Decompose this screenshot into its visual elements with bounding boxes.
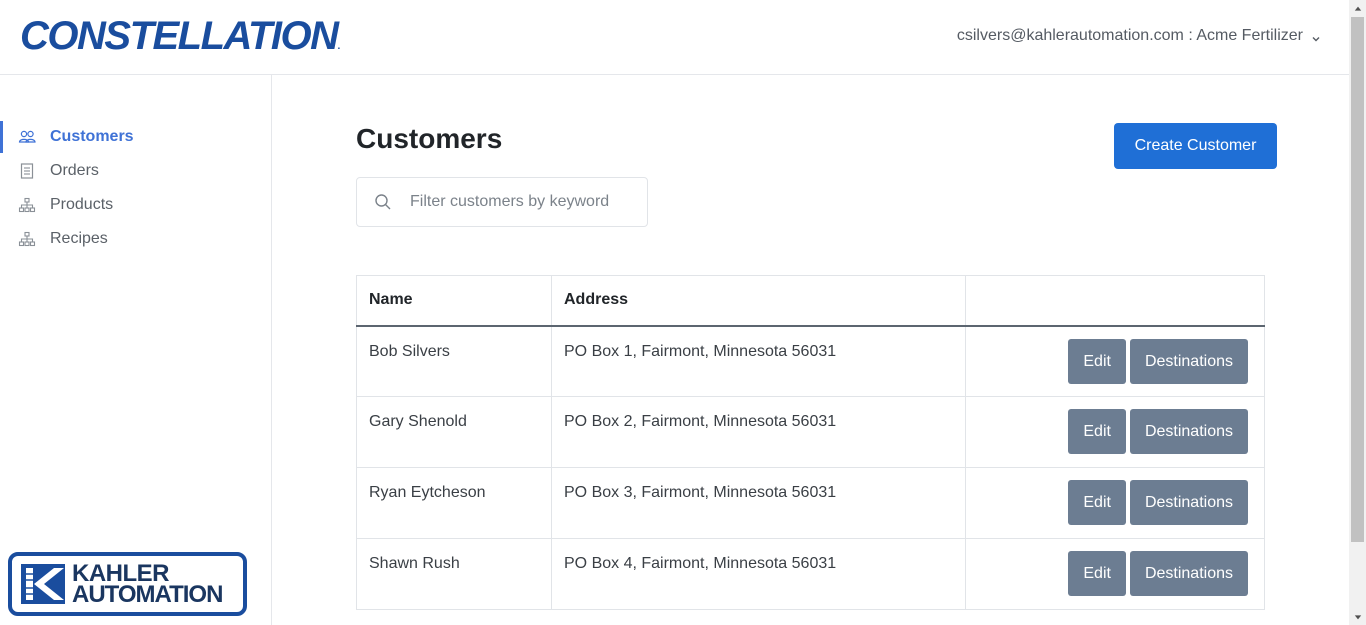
table-row: Ryan Eytcheson PO Box 3, Fairmont, Minne… [356, 467, 1265, 539]
sidebar: Customers Orders Products Recipes KAHLER… [0, 75, 272, 625]
table-row: Gary Shenold PO Box 2, Fairmont, Minneso… [356, 396, 1265, 468]
edit-button[interactable]: Edit [1068, 551, 1126, 596]
scroll-down-icon[interactable] [1349, 608, 1366, 625]
sidebar-item-products[interactable]: Products [0, 188, 271, 222]
top-header: CONSTELLATION. csilvers@kahlerautomation… [0, 0, 1349, 75]
row-actions: Edit Destinations [965, 325, 1265, 397]
table-header: Name Address [356, 275, 1265, 327]
destinations-button[interactable]: Destinations [1129, 338, 1248, 384]
create-customer-button[interactable]: Create Customer [1114, 123, 1277, 169]
kahler-k-icon [20, 562, 68, 606]
edit-button[interactable]: Edit [1068, 409, 1126, 454]
customer-name: Shawn Rush [356, 538, 552, 610]
account-menu[interactable]: csilvers@kahlerautomation.com : Acme Fer… [957, 27, 1321, 45]
edit-button[interactable]: Edit [1068, 338, 1126, 384]
sidebar-item-customers[interactable]: Customers [0, 120, 271, 154]
page-title: Customers [356, 123, 503, 154]
row-actions: Edit Destinations [965, 396, 1265, 468]
table-row: Shawn Rush PO Box 4, Fairmont, Minnesota… [356, 538, 1265, 610]
customer-name: Bob Silvers [356, 325, 552, 397]
brand-logo[interactable]: CONSTELLATION. [20, 14, 341, 69]
main-content: Customers Create Customer Name Address B… [272, 75, 1349, 625]
chevron-down-icon [1311, 31, 1321, 42]
row-actions: Edit Destinations [965, 538, 1265, 610]
customer-address: PO Box 1, Fairmont, Minnesota 56031 [551, 325, 966, 397]
customer-address: PO Box 4, Fairmont, Minnesota 56031 [551, 538, 966, 610]
sidebar-nav: Customers Orders Products Recipes [0, 120, 271, 256]
row-actions: Edit Destinations [965, 467, 1265, 539]
table-header-row: Name Address [356, 275, 1265, 327]
search-input[interactable] [410, 193, 640, 211]
sidebar-item-label: Recipes [50, 230, 108, 247]
destinations-button[interactable]: Destinations [1129, 409, 1248, 454]
customer-name: Ryan Eytcheson [356, 467, 552, 539]
customer-address: PO Box 2, Fairmont, Minnesota 56031 [551, 396, 966, 468]
search-box[interactable] [356, 177, 648, 227]
sidebar-item-label: Customers [50, 128, 134, 145]
customer-name: Gary Shenold [356, 396, 552, 468]
logo-wordmark: KAHLER AUTOMATION [72, 562, 223, 608]
sidebar-item-recipes[interactable]: Recipes [0, 222, 271, 256]
table-body: Bob Silvers PO Box 1, Fairmont, Minnesot… [356, 325, 1265, 610]
column-header-actions [965, 275, 1265, 327]
sidebar-item-label: Products [50, 196, 114, 213]
customer-address: PO Box 3, Fairmont, Minnesota 56031 [551, 467, 966, 539]
edit-button[interactable]: Edit [1068, 480, 1126, 525]
users-icon [18, 128, 36, 146]
sitemap-icon [18, 196, 36, 214]
account-label: csilvers@kahlerautomation.com : Acme Fer… [956, 27, 1303, 44]
brand-mark: . [337, 41, 341, 52]
sidebar-item-label: Orders [50, 162, 99, 179]
table-row: Bob Silvers PO Box 1, Fairmont, Minnesot… [356, 325, 1265, 397]
vertical-scrollbar[interactable] [1349, 0, 1366, 625]
scrollbar-thumb[interactable] [1351, 17, 1364, 542]
destinations-button[interactable]: Destinations [1129, 551, 1248, 596]
column-header-name: Name [356, 275, 552, 327]
kahler-automation-logo: KAHLER AUTOMATION [8, 552, 247, 616]
sidebar-item-orders[interactable]: Orders [0, 154, 271, 188]
app-root: CONSTELLATION. csilvers@kahlerautomation… [0, 0, 1366, 625]
logo-line-2: AUTOMATION [72, 581, 223, 608]
brand-name: CONSTELLATION [20, 14, 339, 58]
scroll-up-icon[interactable] [1349, 0, 1366, 17]
destinations-button[interactable]: Destinations [1129, 480, 1248, 525]
receipt-icon [18, 162, 36, 180]
column-header-address: Address [551, 275, 966, 327]
sitemap-icon [18, 230, 36, 248]
search-icon [374, 193, 392, 211]
customers-table: Name Address Bob Silvers PO Box 1, Fairm… [356, 275, 1265, 610]
